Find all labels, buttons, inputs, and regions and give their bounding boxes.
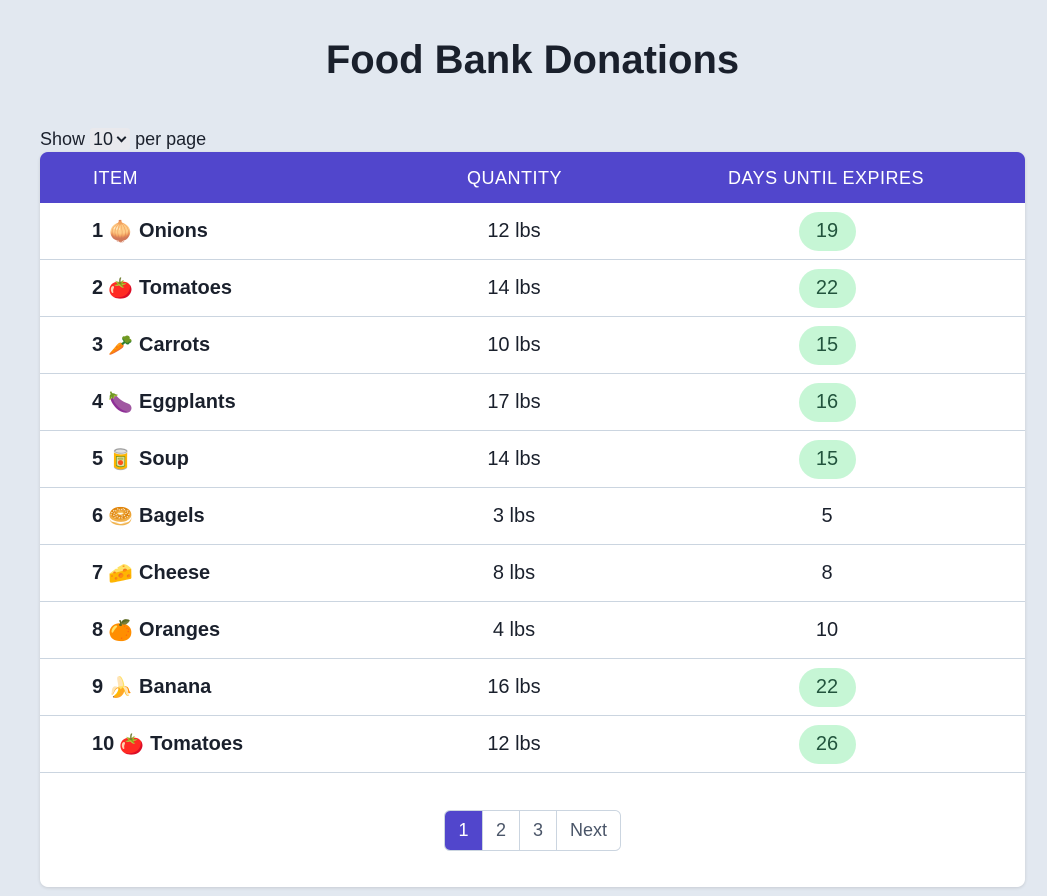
item-number: 3 [92, 334, 104, 356]
item-number: 7 [92, 562, 104, 584]
pagination: 1 2 3 Next [444, 810, 621, 851]
item-cell: 10 🍅 Tomatoes [92, 716, 243, 773]
item-name: Banana [139, 676, 212, 698]
column-header-item: ITEM [93, 168, 138, 188]
page-button-1[interactable]: 1 [445, 811, 482, 850]
item-cell: 7 🧀 Cheese [92, 545, 210, 602]
quantity-cell: 16 lbs [487, 676, 541, 698]
table-row: 4 🍆 Eggplants 17 lbs 16 [40, 374, 1025, 431]
item-emoji-icon: 🍅 [108, 278, 134, 300]
item-emoji-icon: 🍅 [119, 734, 145, 756]
quantity-cell: 8 lbs [492, 562, 536, 584]
per-page-selected-value: 10 [93, 128, 114, 149]
per-page-control: Show 10 per page [40, 128, 206, 150]
table-row: 1 🧅 Onions 12 lbs 19 [40, 203, 1025, 260]
item-emoji-icon: 🧅 [108, 221, 134, 243]
quantity-cell: 12 lbs [487, 220, 541, 242]
item-emoji-icon: 🧀 [108, 563, 134, 585]
days-badge: 16 [798, 383, 856, 422]
quantity-cell: 3 lbs [492, 505, 536, 527]
item-number: 5 [92, 448, 104, 470]
page-button-3[interactable]: 3 [519, 811, 556, 850]
table-header: ITEM QUANTITY DAYS UNTIL EXPIRES [40, 152, 1025, 203]
item-cell: 3 🥕 Carrots [92, 317, 210, 374]
quantity-cell: 4 lbs [492, 619, 536, 641]
item-cell: 9 🍌 Banana [92, 659, 211, 716]
page-title: Food Bank Donations [325, 38, 740, 82]
table-row: 2 🍅 Tomatoes 14 lbs 22 [40, 260, 1025, 317]
next-page-button[interactable]: Next [556, 811, 620, 850]
table-row: 9 🍌 Banana 16 lbs 22 [40, 659, 1025, 716]
item-emoji-icon: 🍌 [108, 677, 134, 699]
days-cell: 15 [727, 431, 927, 488]
item-name: Cheese [139, 562, 211, 584]
quantity-cell: 14 lbs [487, 448, 541, 470]
item-name: Oranges [139, 619, 221, 641]
table-row: 6 🥯 Bagels 3 lbs 5 [40, 488, 1025, 545]
days-cell: 5 [727, 488, 927, 545]
item-cell: 2 🍅 Tomatoes [92, 260, 232, 317]
days-cell: 10 [727, 602, 927, 659]
days-cell: 19 [727, 203, 927, 260]
table-body: 1 🧅 Onions 12 lbs 19 2 🍅 Tomatoes 14 lbs 22 3 🥕 Carr… [40, 203, 1025, 773]
quantity-cell: 12 lbs [487, 733, 541, 755]
quantity-cell: 17 lbs [487, 391, 541, 413]
page-button-2[interactable]: 2 [482, 811, 519, 850]
item-number: 10 [92, 733, 115, 755]
item-number: 4 [92, 391, 104, 413]
item-emoji-icon: 🍊 [108, 620, 134, 642]
item-number: 8 [92, 619, 104, 641]
days-cell: 8 [727, 545, 927, 602]
days-value: 10 [815, 619, 839, 641]
table-row: 7 🧀 Cheese 8 lbs 8 [40, 545, 1025, 602]
item-emoji-icon: 🥯 [108, 506, 134, 528]
days-value: 5 [821, 505, 833, 527]
days-badge: 15 [798, 326, 856, 365]
days-badge: 22 [798, 269, 856, 308]
days-cell: 16 [727, 374, 927, 431]
item-number: 9 [92, 676, 104, 698]
days-badge: 19 [798, 212, 856, 251]
column-header-quantity: QUANTITY [467, 168, 563, 188]
days-cell: 22 [727, 659, 927, 716]
item-name: Soup [139, 448, 190, 470]
donations-table: ITEM QUANTITY DAYS UNTIL EXPIRES 1 🧅 Onion… [40, 152, 1025, 887]
days-value: 8 [821, 562, 833, 584]
item-cell: 5 🥫 Soup [92, 431, 189, 488]
chevron-down-icon [116, 132, 127, 142]
column-header-days-until-expires: DAYS UNTIL EXPIRES [728, 168, 925, 188]
days-badge: 26 [798, 725, 856, 764]
item-name: Onions [139, 220, 208, 242]
item-name: Eggplants [139, 391, 236, 413]
item-emoji-icon: 🍆 [108, 392, 134, 414]
days-cell: 26 [727, 716, 927, 773]
table-row: 10 🍅 Tomatoes 12 lbs 26 [40, 716, 1025, 773]
days-cell: 15 [727, 317, 927, 374]
per-page-suffix: per page [135, 128, 207, 149]
item-emoji-icon: 🥫 [108, 449, 134, 471]
per-page-prefix: Show [40, 128, 86, 149]
days-cell: 22 [727, 260, 927, 317]
quantity-cell: 14 lbs [487, 277, 541, 299]
item-name: Carrots [139, 334, 211, 356]
item-name: Tomatoes [139, 277, 233, 299]
quantity-cell: 10 lbs [487, 334, 541, 356]
item-cell: 8 🍊 Oranges [92, 602, 220, 659]
item-name: Tomatoes [150, 733, 244, 755]
per-page-select[interactable]: 10 [90, 128, 131, 150]
table-row: 3 🥕 Carrots 10 lbs 15 [40, 317, 1025, 374]
table-row: 5 🥫 Soup 14 lbs 15 [40, 431, 1025, 488]
item-emoji-icon: 🥕 [108, 335, 134, 357]
days-badge: 15 [798, 440, 856, 479]
item-number: 6 [92, 505, 104, 527]
item-cell: 4 🍆 Eggplants [92, 374, 236, 431]
item-number: 2 [92, 277, 104, 299]
days-badge: 22 [798, 668, 856, 707]
table-row: 8 🍊 Oranges 4 lbs 10 [40, 602, 1025, 659]
item-name: Bagels [139, 505, 205, 527]
item-number: 1 [92, 220, 104, 242]
item-cell: 6 🥯 Bagels [92, 488, 205, 545]
item-cell: 1 🧅 Onions [92, 203, 208, 260]
